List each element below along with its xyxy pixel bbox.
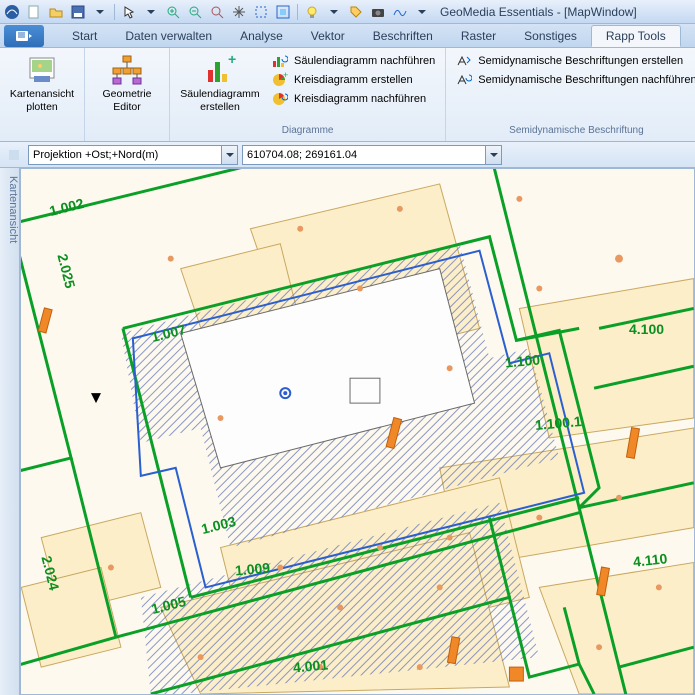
tab-sonstiges[interactable]: Sonstiges	[510, 25, 591, 47]
quick-access-toolbar	[24, 2, 432, 22]
group-label-semidyn: Semidynamische Beschriftung	[452, 125, 695, 139]
qat-extent-icon[interactable]	[273, 2, 293, 22]
projection-combo[interactable]: Projektion +Ost;+Nord(m)	[28, 145, 238, 165]
semidyn-label-update-cmd[interactable]: Semidynamische Beschriftungen nachführen	[452, 71, 695, 89]
plot-mapview-button[interactable]: Kartenansicht plotten	[6, 52, 78, 115]
side-tab-mapview[interactable]: Kartenansicht	[0, 168, 20, 695]
qat-zoom-icon[interactable]	[207, 2, 227, 22]
plot-label: Kartenansicht plotten	[8, 88, 76, 113]
qat-pointer-icon[interactable]	[119, 2, 139, 22]
qat-fit-icon[interactable]	[251, 2, 271, 22]
bar-diagram-update-cmd[interactable]: Säulendiagramm nachführen	[268, 52, 439, 70]
tab-rapp-tools[interactable]: Rapp Tools	[591, 25, 681, 47]
parcel-label: 1.100	[504, 352, 540, 371]
qat-dropdown3-icon[interactable]	[324, 2, 344, 22]
parcel-label: 4.100	[629, 321, 664, 337]
geometry-editor-button[interactable]: Geometrie Editor	[91, 52, 163, 115]
tab-vektor[interactable]: Vektor	[297, 25, 359, 47]
parcel-label: 4.001	[292, 657, 328, 676]
coord-toolbar: Projektion +Ost;+Nord(m) 610704.08; 2691…	[0, 142, 695, 168]
coordinate-combo[interactable]: 610704.08; 269161.04	[242, 145, 502, 165]
qat-dropdown2-icon[interactable]	[141, 2, 161, 22]
svg-text:+: +	[283, 72, 288, 80]
app-logo-icon	[4, 4, 20, 20]
map-canvas[interactable]: 1.0022.0251.0074.1001.1001.100.11.0032.0…	[20, 168, 695, 695]
qat-bulb-icon[interactable]	[302, 2, 322, 22]
qat-zoomout-icon[interactable]	[185, 2, 205, 22]
qat-new-icon[interactable]	[24, 2, 44, 22]
group-label-diagramme: Diagramme	[176, 125, 439, 139]
ribbon-panel: Kartenansicht plotten Geometrie Editor +…	[0, 48, 695, 142]
tab-raster[interactable]: Raster	[447, 25, 510, 47]
group-label-2	[91, 125, 163, 139]
qat-zoomin-icon[interactable]	[163, 2, 183, 22]
tab-beschriften[interactable]: Beschriften	[359, 25, 447, 47]
parcel-label: 1.009	[234, 560, 270, 579]
window-title: GeoMedia Essentials - [MapWindow]	[440, 5, 637, 19]
svg-text:+: +	[228, 54, 236, 67]
tab-daten-verwalten[interactable]: Daten verwalten	[111, 25, 226, 47]
pie-diagram-update-cmd[interactable]: Kreisdiagramm nachführen	[268, 90, 439, 108]
qat-wave-icon[interactable]	[390, 2, 410, 22]
chevron-down-icon[interactable]	[221, 146, 237, 164]
semidyn-label-create-cmd[interactable]: Semidynamische Beschriftungen erstellen	[452, 52, 695, 70]
bar-label: Säulendiagramm erstellen	[178, 88, 262, 113]
titlebar: GeoMedia Essentials - [MapWindow]	[0, 0, 695, 24]
qat-tag-icon[interactable]	[346, 2, 366, 22]
qat-dropdown-icon[interactable]	[90, 2, 110, 22]
tab-analyse[interactable]: Analyse	[226, 25, 297, 47]
map-svg	[21, 169, 694, 694]
qat-open-icon[interactable]	[46, 2, 66, 22]
group-label-1	[6, 125, 78, 139]
qat-dropdown4-icon[interactable]	[412, 2, 432, 22]
qat-camera-icon[interactable]	[368, 2, 388, 22]
tab-start[interactable]: Start	[58, 25, 111, 47]
pie-diagram-create-cmd[interactable]: +Kreisdiagramm erstellen	[268, 71, 439, 89]
qat-save-icon[interactable]	[68, 2, 88, 22]
ribbon-tabs: StartDaten verwaltenAnalyseVektorBeschri…	[0, 24, 695, 48]
file-menu-button[interactable]	[4, 25, 44, 47]
tb2-icon[interactable]	[4, 145, 24, 165]
qat-pan-icon[interactable]	[229, 2, 249, 22]
chevron-down-icon[interactable]	[485, 146, 501, 164]
geo-label: Geometrie Editor	[93, 88, 161, 113]
bar-diagram-create-button[interactable]: + Säulendiagramm erstellen	[176, 52, 264, 115]
